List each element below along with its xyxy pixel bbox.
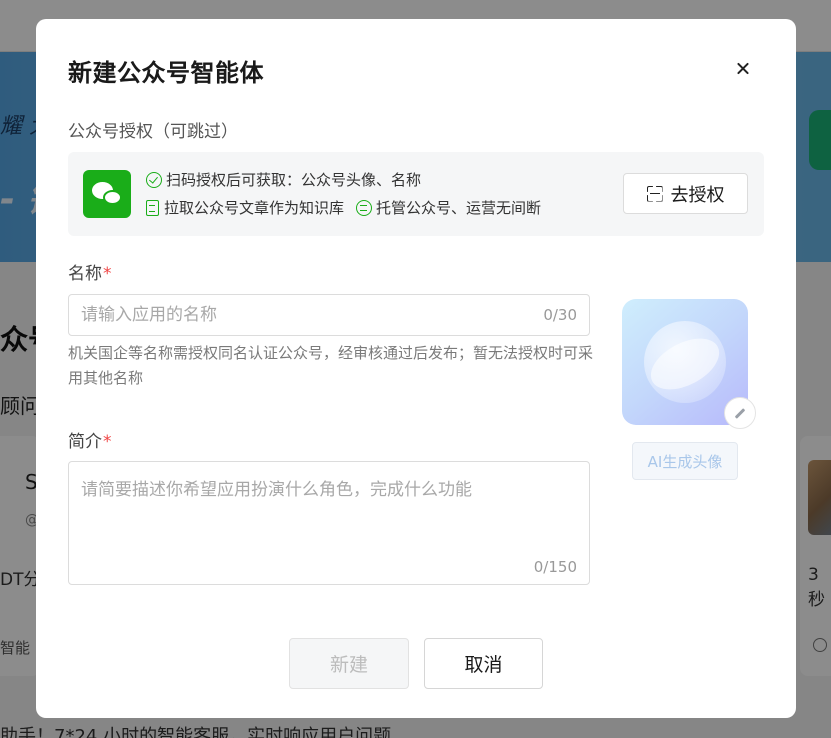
auth-section-label: 公众号授权（可跳过）	[68, 122, 238, 142]
name-field[interactable]: 0/30	[68, 294, 590, 336]
auth-benefit-line-2: 拉取公众号文章作为知识库 托管公众号、运营无间断	[146, 197, 541, 218]
intro-label-text: 简介	[68, 432, 102, 452]
auth-benefit-text: 托管公众号、运营无间断	[376, 199, 542, 217]
manage-icon	[356, 199, 373, 216]
ai-generate-avatar-button[interactable]: AI生成头像	[632, 442, 738, 480]
auth-panel: 扫码授权后可获取：公众号头像、名称 拉取公众号文章作为知识库 托管公众号、运营无…	[68, 152, 764, 236]
create-agent-modal: 新建公众号智能体 公众号授权（可跳过） 扫码授权后可获取：公众号头像、名称 拉取…	[36, 19, 796, 718]
name-field-label: 名称*	[68, 259, 112, 284]
modal-title: 新建公众号智能体	[68, 59, 264, 87]
auth-benefit-line-1: 扫码授权后可获取：公众号头像、名称	[146, 169, 421, 190]
name-char-counter: 0/30	[543, 306, 577, 324]
authorize-button[interactable]: 去授权	[623, 173, 748, 214]
authorize-button-label: 去授权	[670, 184, 725, 206]
auth-benefit-text: 扫码授权后可获取：公众号头像、名称	[166, 171, 422, 189]
intro-textarea[interactable]	[69, 462, 589, 562]
document-icon	[146, 199, 159, 216]
intro-char-counter: 0/150	[533, 558, 577, 576]
check-circle-icon	[146, 171, 162, 188]
cancel-button[interactable]: 取消	[424, 638, 543, 689]
required-mark: *	[103, 432, 112, 452]
scan-icon	[647, 186, 663, 202]
close-icon[interactable]	[728, 53, 758, 83]
create-button[interactable]: 新建	[289, 638, 409, 689]
name-label-text: 名称	[68, 264, 102, 284]
wechat-logo-icon	[83, 170, 131, 218]
name-input[interactable]	[69, 295, 529, 335]
pencil-icon[interactable]	[724, 397, 756, 429]
name-field-hint: 机关国企等名称需授权同名认证公众号，经审核通过后发布；暂无法授权时可采用其他名称	[68, 344, 594, 387]
required-mark: *	[103, 264, 112, 284]
intro-field[interactable]: 0/150	[68, 461, 590, 585]
intro-field-label: 简介*	[68, 427, 112, 452]
auth-benefit-text: 拉取公众号文章作为知识库	[164, 199, 345, 217]
